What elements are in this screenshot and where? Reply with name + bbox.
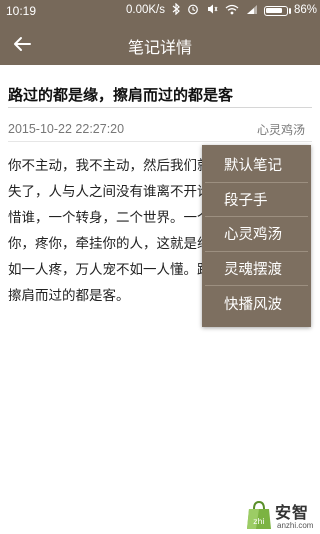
- note-category[interactable]: 心灵鸡汤: [257, 121, 305, 138]
- menu-item-jokester[interactable]: 段子手: [205, 183, 308, 217]
- note-title: 路过的都是缘，擦肩而过的都是客: [8, 86, 234, 104]
- status-icons: [172, 2, 258, 19]
- status-bar: 10:19 0.00K/s 86%: [0, 0, 320, 22]
- meta-divider: [8, 141, 312, 142]
- anzhi-watermark: zhi 安智 anzhi.com: [244, 497, 318, 533]
- svg-text:zhi: zhi: [253, 517, 265, 526]
- menu-item-kuaibo[interactable]: 快播风波: [205, 286, 308, 321]
- menu-item-chicken-soup[interactable]: 心灵鸡汤: [205, 217, 308, 252]
- note-date: 2015-10-22 22:27:20: [8, 122, 125, 136]
- watermark-url: anzhi.com: [277, 521, 314, 530]
- mute-icon: [206, 3, 218, 19]
- status-time: 10:19: [6, 4, 37, 18]
- app-bar: 笔记详情: [0, 22, 320, 65]
- menu-item-default-note[interactable]: 默认笔记: [205, 148, 308, 183]
- page-title: 笔记详情: [127, 38, 192, 57]
- alarm-icon: [187, 3, 199, 19]
- battery-fill: [266, 8, 282, 13]
- category-dropdown: 默认笔记 段子手 心灵鸡汤 灵魂摆渡 快播风波: [202, 145, 311, 327]
- watermark-brand: 安智: [275, 503, 310, 522]
- menu-item-soul-ferry[interactable]: 灵魂摆渡: [205, 252, 308, 286]
- signal-icon: [246, 4, 258, 19]
- title-divider: [8, 107, 312, 108]
- battery-tip: [289, 8, 291, 14]
- bluetooth-icon: [172, 2, 180, 19]
- battery-icon: [264, 6, 288, 16]
- battery-percent: 86%: [294, 4, 318, 16]
- network-speed: 0.00K/s: [126, 4, 165, 16]
- wifi-icon: [225, 4, 239, 19]
- shopping-bag-icon: zhi: [247, 500, 271, 529]
